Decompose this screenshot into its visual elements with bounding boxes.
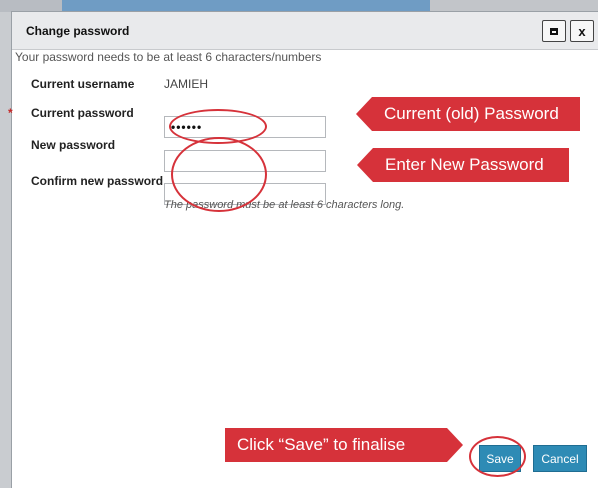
callout-new-password: Enter New Password: [357, 148, 569, 182]
callout-current-password-text: Current (old) Password: [384, 104, 559, 123]
callout-new-password-text: Enter New Password: [385, 155, 544, 174]
dialog-titlebar: Change password x: [12, 12, 598, 50]
current-password-label: Current password: [31, 106, 134, 120]
username-label: Current username: [31, 77, 135, 91]
maximize-button[interactable]: [542, 20, 566, 42]
confirm-password-label: Confirm new password: [31, 174, 164, 188]
close-button[interactable]: x: [570, 20, 594, 42]
new-password-label: New password: [31, 138, 116, 152]
required-asterisk: *: [8, 106, 13, 120]
close-icon: x: [578, 23, 586, 39]
callout-save: Click “Save” to finalise: [225, 428, 463, 462]
highlight-circle-new: [171, 137, 267, 212]
username-value: JAMIEH: [164, 77, 209, 91]
password-hint: Your password needs to be at least 6 cha…: [15, 50, 322, 64]
cancel-button[interactable]: Cancel: [533, 445, 587, 472]
dialog-title: Change password: [26, 24, 130, 38]
maximize-icon: [550, 27, 558, 35]
callout-save-text: Click “Save” to finalise: [237, 435, 406, 454]
highlight-circle-save: [469, 436, 526, 477]
callout-current-password: Current (old) Password: [356, 97, 580, 131]
